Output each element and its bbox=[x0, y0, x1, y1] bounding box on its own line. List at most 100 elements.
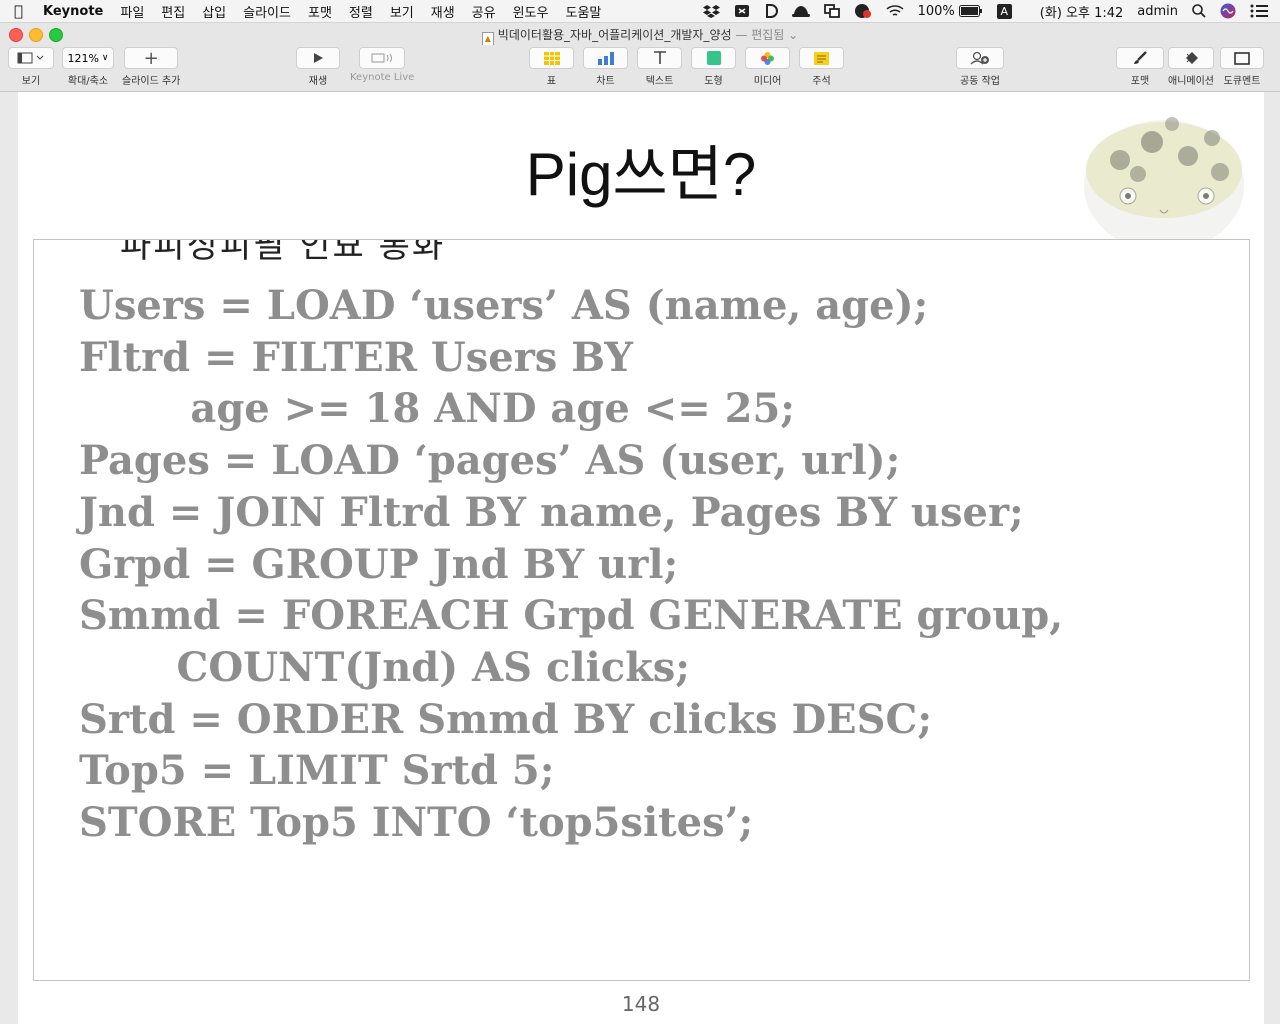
keynote-live-label: Keynote Live bbox=[350, 72, 415, 83]
toolbar: 보기 121% ∨ 확대/축소 + 슬라이드 추가 재생 Keynote Liv… bbox=[0, 45, 1280, 92]
add-slide-tool[interactable]: + 슬라이드 추가 bbox=[122, 47, 180, 87]
hat-icon[interactable] bbox=[791, 4, 810, 18]
search-icon[interactable] bbox=[1192, 4, 1206, 18]
media-tool[interactable]: 미디어 bbox=[745, 47, 790, 87]
pig-mascot-image[interactable] bbox=[1080, 112, 1248, 254]
code-line: Smmd = FOREACH Grpd GENERATE group, bbox=[79, 592, 1064, 640]
zoom-tool[interactable]: 121% ∨ 확대/축소 bbox=[62, 47, 114, 87]
comment-tool[interactable]: 주석 bbox=[799, 47, 844, 87]
shape-label: 도형 bbox=[704, 76, 723, 87]
table-button[interactable] bbox=[529, 47, 574, 69]
collaborate-button[interactable] bbox=[956, 47, 1004, 69]
paintbrush-icon bbox=[1134, 51, 1147, 64]
format-button[interactable] bbox=[1116, 47, 1164, 69]
menu-help[interactable]: 도움말 bbox=[565, 2, 601, 21]
menu-slide[interactable]: 슬라이드 bbox=[243, 2, 291, 21]
chart-tool[interactable]: 차트 bbox=[583, 47, 628, 87]
format-tool[interactable]: 포맷 bbox=[1116, 47, 1164, 87]
view-button[interactable] bbox=[8, 47, 54, 69]
pig-latin-code: Users = LOAD ‘users’ AS (name, age); Fltr… bbox=[79, 280, 1063, 849]
code-line: STORE Top5 INTO ‘top5sites’; bbox=[79, 799, 754, 847]
animate-tool[interactable]: 애니메이션 bbox=[1168, 47, 1214, 87]
code-line: Srtd = ORDER Smmd BY clicks DESC; bbox=[79, 695, 933, 743]
app-menu[interactable]: Keynote bbox=[43, 4, 103, 19]
play-tool[interactable]: 재생 bbox=[296, 47, 340, 87]
view-label: 보기 bbox=[21, 76, 41, 87]
code-line: Jnd = JOIN Fltrd BY name, Pages BY user; bbox=[79, 488, 1024, 536]
chevron-down-icon: ∨ bbox=[101, 53, 109, 63]
add-slide-button[interactable]: + bbox=[124, 47, 179, 69]
menu-arrange[interactable]: 정렬 bbox=[349, 2, 373, 21]
document-title-bar[interactable]: ▲ 빅데이터활용_자바_어플리케이션_개발자_양성 — 편집됨 ⌄ bbox=[0, 26, 1280, 46]
code-line: Top5 = LIMIT Srtd 5; bbox=[79, 747, 555, 795]
document-tool[interactable]: 도큐멘트 bbox=[1220, 47, 1264, 87]
menu-play[interactable]: 재생 bbox=[431, 2, 455, 21]
siri-icon[interactable] bbox=[1220, 3, 1236, 19]
add-slide-label: 슬라이드 추가 bbox=[122, 76, 181, 87]
animate-button[interactable] bbox=[1168, 47, 1214, 69]
chevron-down-icon[interactable]: ⌄ bbox=[788, 28, 798, 42]
document-status: — 편집됨 bbox=[735, 28, 785, 42]
battery-icon[interactable] bbox=[958, 5, 983, 17]
menu-share[interactable]: 공유 bbox=[472, 2, 496, 21]
sidebar-icon bbox=[17, 52, 44, 64]
media-label: 미디어 bbox=[753, 76, 782, 87]
animate-label: 애니메이션 bbox=[1168, 76, 1214, 87]
menu-format[interactable]: 포맷 bbox=[308, 2, 332, 21]
code-line: Users = LOAD ‘users’ AS (name, age); bbox=[79, 282, 929, 329]
keynote-live-tool[interactable]: Keynote Live bbox=[350, 47, 414, 83]
notification-center-icon[interactable] bbox=[1250, 4, 1268, 18]
view-tool[interactable]: 보기 bbox=[8, 47, 54, 87]
media-button[interactable] bbox=[745, 47, 790, 69]
collaborate-tool[interactable]: 공동 작업 bbox=[956, 47, 1004, 87]
code-line: Grpd = GROUP Jnd BY url; bbox=[79, 540, 679, 588]
zoom-select[interactable]: 121% ∨ bbox=[62, 47, 114, 69]
shape-icon bbox=[706, 51, 721, 65]
comment-button[interactable] bbox=[799, 47, 844, 69]
table-tool[interactable]: 표 bbox=[529, 47, 574, 87]
text-icon bbox=[653, 51, 666, 64]
chart-button[interactable] bbox=[583, 47, 628, 69]
slide-title[interactable]: Pig쓰면? bbox=[18, 126, 1264, 213]
table-icon bbox=[543, 51, 560, 65]
chart-label: 차트 bbox=[596, 76, 615, 87]
slide-page-number: 148 bbox=[621, 992, 661, 1016]
chart-icon bbox=[597, 51, 614, 65]
notification-icon[interactable] bbox=[854, 3, 872, 19]
document-icon: ▲ bbox=[481, 32, 494, 46]
document-label: 도큐멘트 bbox=[1223, 76, 1261, 87]
window-title-bar: ▲ 빅데이터활용_자바_어플리케이션_개발자_양성 — 편집됨 ⌄ bbox=[0, 23, 1280, 46]
apple-menu-icon[interactable]:  bbox=[14, 2, 23, 20]
menu-bar:  Keynote 파일 편집 삽입 슬라이드 포맷 정렬 보기 재생 공유 윈… bbox=[0, 0, 1280, 23]
clock[interactable]: (화) 오후 1:42 bbox=[1040, 2, 1123, 21]
slide[interactable]: Pig쓰면? 파피싱피필 인묘 통화 Users = LOAD ‘users’ … bbox=[18, 92, 1264, 1024]
menu-edit[interactable]: 편집 bbox=[161, 2, 185, 21]
screenshot-app-icon[interactable] bbox=[734, 4, 750, 18]
shape-tool[interactable]: 도형 bbox=[691, 47, 736, 87]
text-tool[interactable]: 텍스트 bbox=[637, 47, 682, 87]
play-button[interactable] bbox=[296, 47, 340, 69]
windows-icon[interactable] bbox=[823, 4, 840, 18]
d-app-icon[interactable] bbox=[764, 4, 778, 18]
wifi-icon[interactable] bbox=[886, 4, 904, 18]
keynote-live-button[interactable] bbox=[359, 47, 406, 69]
keynote-live-icon bbox=[371, 53, 393, 63]
comment-icon bbox=[814, 51, 829, 65]
user-name[interactable]: admin bbox=[1137, 4, 1178, 19]
code-image[interactable]: 파피싱피필 인묘 통화 Users = LOAD ‘users’ AS (nam… bbox=[33, 239, 1250, 981]
input-source-label: A bbox=[996, 3, 1012, 19]
dropbox-icon[interactable] bbox=[702, 4, 720, 18]
document-panel-icon bbox=[1234, 51, 1250, 65]
menu-insert[interactable]: 삽입 bbox=[202, 2, 226, 21]
shape-button[interactable] bbox=[691, 47, 736, 69]
menu-file[interactable]: 파일 bbox=[120, 2, 144, 21]
table-label: 표 bbox=[546, 76, 557, 87]
slide-canvas[interactable]: Pig쓰면? 파피싱피필 인묘 통화 Users = LOAD ‘users’ … bbox=[0, 92, 1280, 1024]
menu-view[interactable]: 보기 bbox=[390, 2, 414, 21]
photos-icon bbox=[761, 51, 774, 65]
document-button[interactable] bbox=[1220, 47, 1264, 69]
text-button[interactable] bbox=[637, 47, 682, 69]
code-line: age >= 18 AND age <= 25; bbox=[79, 385, 796, 433]
input-source-icon[interactable]: A bbox=[996, 3, 1012, 19]
menu-window[interactable]: 윈도우 bbox=[513, 2, 549, 21]
